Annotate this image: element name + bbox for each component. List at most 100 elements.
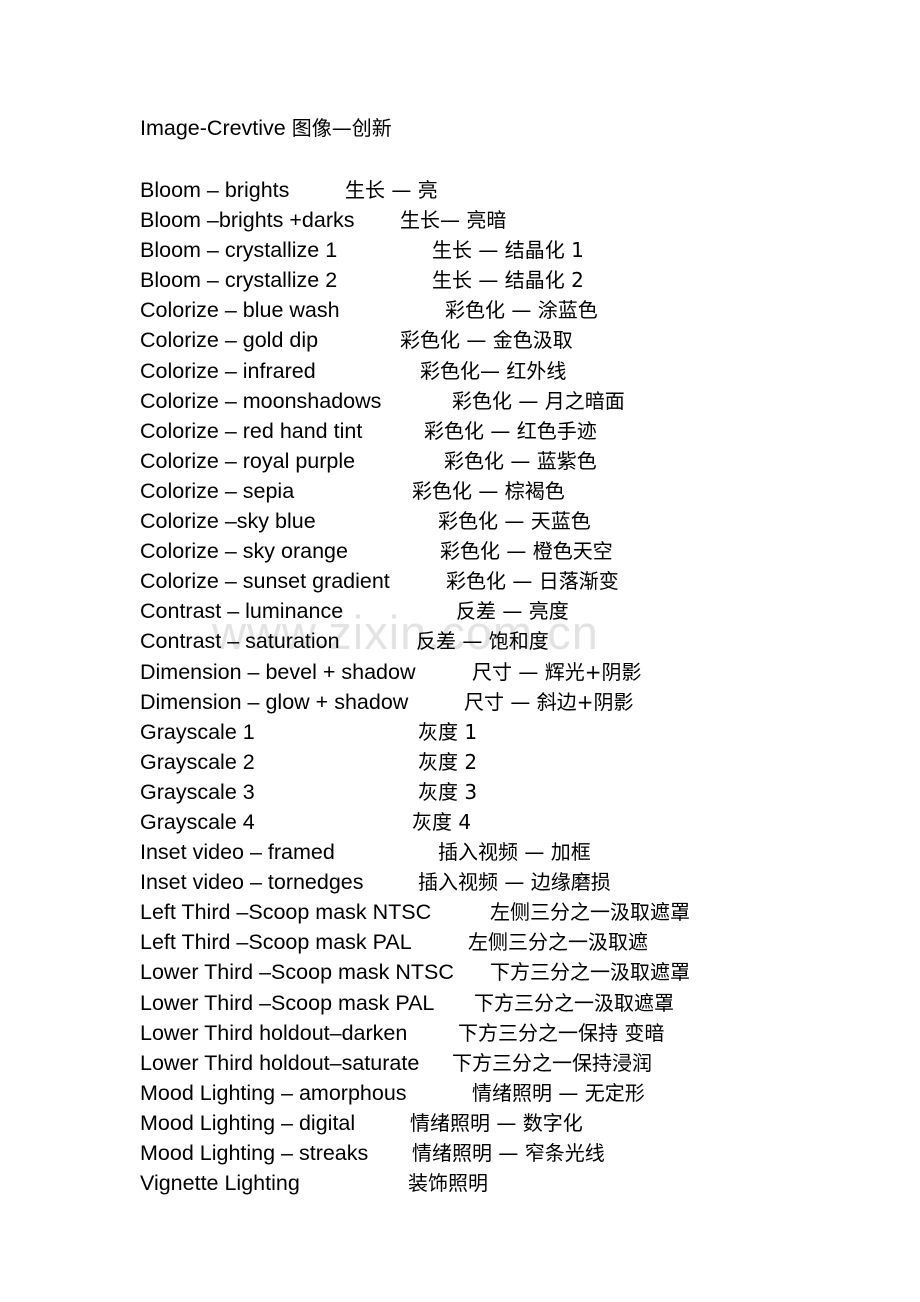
glossary-translation: 下方三分之一保持浸润 — [452, 1050, 652, 1075]
page-title: Image-Crevtive 图像—创新 — [140, 113, 392, 143]
page-title-latin: Image-Crevtive — [140, 116, 286, 140]
glossary-row: Mood Lighting – amorphous 情绪照明 — 无定形 — [0, 1078, 920, 1108]
glossary-term: Mood Lighting – streaks — [140, 1141, 369, 1165]
glossary-term: Bloom – brights — [140, 178, 290, 202]
document-content: Image-Crevtive 图像—创新 Bloom – brights 生长 —… — [0, 0, 920, 1302]
glossary-row: Colorize –sky blue 彩色化 — 天蓝色 — [0, 506, 920, 536]
glossary-translation: 彩色化 — 橙色天空 — [440, 539, 613, 564]
glossary-row: Grayscale 1 灰度 1 — [0, 717, 920, 747]
glossary-term: Vignette Lighting — [140, 1171, 300, 1196]
glossary-row: Colorize – red hand tint 彩色化 — 红色手迹 — [0, 416, 920, 446]
glossary-translation: 生长 — 结晶化 2 — [432, 268, 584, 293]
glossary-translation: 尺寸 — 辉光+阴影 — [472, 659, 642, 684]
glossary-translation: 彩色化 — 金色汲取 — [400, 328, 573, 353]
glossary-translation: 插入视频 — 加框 — [438, 840, 591, 865]
glossary-row: Bloom – crystallize 1 生长 — 结晶化 1 — [0, 235, 920, 265]
glossary-term: Lower Third –Scoop mask PAL — [140, 990, 435, 1015]
glossary-row: Left Third –Scoop mask PAL 左侧三分之一汲取遮 — [0, 927, 920, 957]
glossary-row: Colorize – sky orange 彩色化 — 橙色天空 — [0, 536, 920, 566]
page-title-cjk: 图像—创新 — [291, 116, 392, 140]
glossary-term: Lower Third –Scoop mask NTSC — [140, 960, 454, 985]
glossary-row: Inset video – framed 插入视频 — 加框 — [0, 837, 920, 867]
glossary-term: Contrast – luminance — [140, 599, 344, 624]
glossary-row: Colorize – moonshadows 彩色化 — 月之暗面 — [0, 386, 920, 416]
glossary-translation: 反差 — 饱和度 — [416, 629, 549, 654]
glossary-row: Dimension – glow + shadow 尺寸 — 斜边+阴影 — [0, 687, 920, 717]
glossary-translation: 生长— 亮暗 — [400, 208, 507, 233]
glossary-term: Colorize – infrared — [140, 358, 316, 383]
glossary-translation: 插入视频 — 边缘磨损 — [418, 870, 611, 895]
glossary-translation: 彩色化 — 涂蓝色 — [445, 298, 598, 323]
glossary-translation: 下方三分之一保持 变暗 — [458, 1020, 665, 1045]
glossary-row: Lower Third holdout–darken 下方三分之一保持 变暗 — [0, 1018, 920, 1048]
glossary-row: Dimension – bevel + shadow 尺寸 — 辉光+阴影 — [0, 657, 920, 687]
glossary-translation: 彩色化 — 棕褐色 — [412, 478, 565, 503]
glossary-term: Inset video – framed — [140, 840, 335, 865]
glossary-row: Colorize – infrared 彩色化— 红外线 — [0, 356, 920, 386]
glossary-row: Left Third –Scoop mask NTSC 左侧三分之一汲取遮罩 — [0, 897, 920, 927]
glossary-term: Bloom –brights +darks — [140, 208, 355, 233]
glossary-row: Mood Lighting – digital 情绪照明 — 数字化 — [0, 1108, 920, 1138]
glossary-translation: 灰度 1 — [418, 719, 478, 744]
glossary-row: Mood Lighting – streaks 情绪照明 — 窄条光线 — [0, 1138, 920, 1168]
glossary-row: Grayscale 4 灰度 4 — [0, 807, 920, 837]
glossary-row: Colorize – gold dip 彩色化 — 金色汲取 — [0, 325, 920, 355]
glossary-translation: 情绪照明 — 窄条光线 — [412, 1141, 605, 1165]
glossary-translation: 左侧三分之一汲取遮罩 — [490, 900, 690, 925]
glossary-term: Bloom – crystallize 2 — [140, 268, 338, 293]
glossary-row: Bloom –brights +darks 生长— 亮暗 — [0, 205, 920, 235]
glossary-term: Colorize –sky blue — [140, 509, 316, 534]
glossary-translation: 生长 — 亮 — [345, 178, 438, 202]
glossary-translation: 尺寸 — 斜边+阴影 — [464, 689, 634, 714]
glossary-row: Inset video – tornedges 插入视频 — 边缘磨损 — [0, 867, 920, 897]
glossary-term: Bloom – crystallize 1 — [140, 238, 338, 263]
glossary-row: Colorize – sepia 彩色化 — 棕褐色 — [0, 476, 920, 506]
glossary-row: Colorize – sunset gradient 彩色化 — 日落渐变 — [0, 566, 920, 596]
glossary-translation: 装饰照明 — [408, 1171, 488, 1196]
glossary-term: Colorize – blue wash — [140, 298, 340, 323]
glossary-term: Grayscale 2 — [140, 749, 255, 774]
glossary-term: Mood Lighting – digital — [140, 1110, 356, 1135]
glossary-row: Contrast – luminance 反差 — 亮度 — [0, 596, 920, 626]
glossary-term: Left Third –Scoop mask PAL — [140, 930, 412, 955]
glossary-row: Bloom – brights 生长 — 亮 — [0, 175, 920, 205]
glossary-term: Contrast – saturation — [140, 629, 340, 654]
glossary-term: Dimension – glow + shadow — [140, 689, 409, 714]
glossary-translation: 情绪照明 — 数字化 — [410, 1110, 583, 1135]
glossary-translation: 下方三分之一汲取遮罩 — [474, 990, 674, 1015]
glossary-row: Colorize – blue wash 彩色化 — 涂蓝色 — [0, 295, 920, 325]
glossary-row: Bloom – crystallize 2 生长 — 结晶化 2 — [0, 265, 920, 295]
glossary-term: Grayscale 1 — [140, 719, 255, 744]
glossary-term: Lower Third holdout–saturate — [140, 1050, 420, 1075]
glossary-translation: 生长 — 结晶化 1 — [432, 238, 584, 263]
glossary-row: Colorize – royal purple 彩色化 — 蓝紫色 — [0, 446, 920, 476]
glossary-row: Contrast – saturation 反差 — 饱和度 — [0, 626, 920, 656]
glossary-term: Colorize – royal purple — [140, 448, 356, 473]
glossary-translation: 彩色化 — 红色手迹 — [424, 418, 597, 443]
glossary-translation: 彩色化 — 日落渐变 — [446, 569, 619, 594]
glossary-row: Grayscale 2 灰度 2 — [0, 747, 920, 777]
glossary-term: Inset video – tornedges — [140, 870, 364, 895]
glossary-row: Lower Third holdout–saturate 下方三分之一保持浸润 — [0, 1048, 920, 1078]
glossary-term: Lower Third holdout–darken — [140, 1020, 408, 1045]
glossary-translation: 彩色化 — 月之暗面 — [452, 388, 625, 413]
glossary-term: Dimension – bevel + shadow — [140, 659, 416, 684]
glossary-term: Grayscale 4 — [140, 809, 255, 834]
glossary-translation: 彩色化 — 天蓝色 — [438, 509, 591, 534]
glossary-term: Colorize – sunset gradient — [140, 569, 390, 594]
glossary-term: Colorize – moonshadows — [140, 388, 382, 413]
glossary-term: Colorize – sky orange — [140, 539, 348, 564]
glossary-list: Bloom – brights 生长 — 亮 Bloom –brights +dar… — [0, 175, 920, 1198]
document-page: www.zixin.com.cn Image-Crevtive 图像—创新 Bl… — [0, 0, 920, 1302]
glossary-row: Lower Third –Scoop mask NTSC 下方三分之一汲取遮罩 — [0, 957, 920, 987]
glossary-translation: 左侧三分之一汲取遮 — [468, 930, 648, 955]
glossary-translation: 灰度 3 — [418, 779, 478, 804]
glossary-term: Colorize – sepia — [140, 478, 295, 503]
glossary-translation: 反差 — 亮度 — [456, 599, 569, 624]
glossary-translation: 下方三分之一汲取遮罩 — [490, 960, 690, 985]
glossary-row: Vignette Lighting 装饰照明 — [0, 1168, 920, 1198]
glossary-term: Colorize – red hand tint — [140, 418, 363, 443]
glossary-translation: 情绪照明 — 无定形 — [472, 1080, 645, 1105]
glossary-row: Grayscale 3 灰度 3 — [0, 777, 920, 807]
glossary-translation: 灰度 2 — [418, 749, 478, 774]
